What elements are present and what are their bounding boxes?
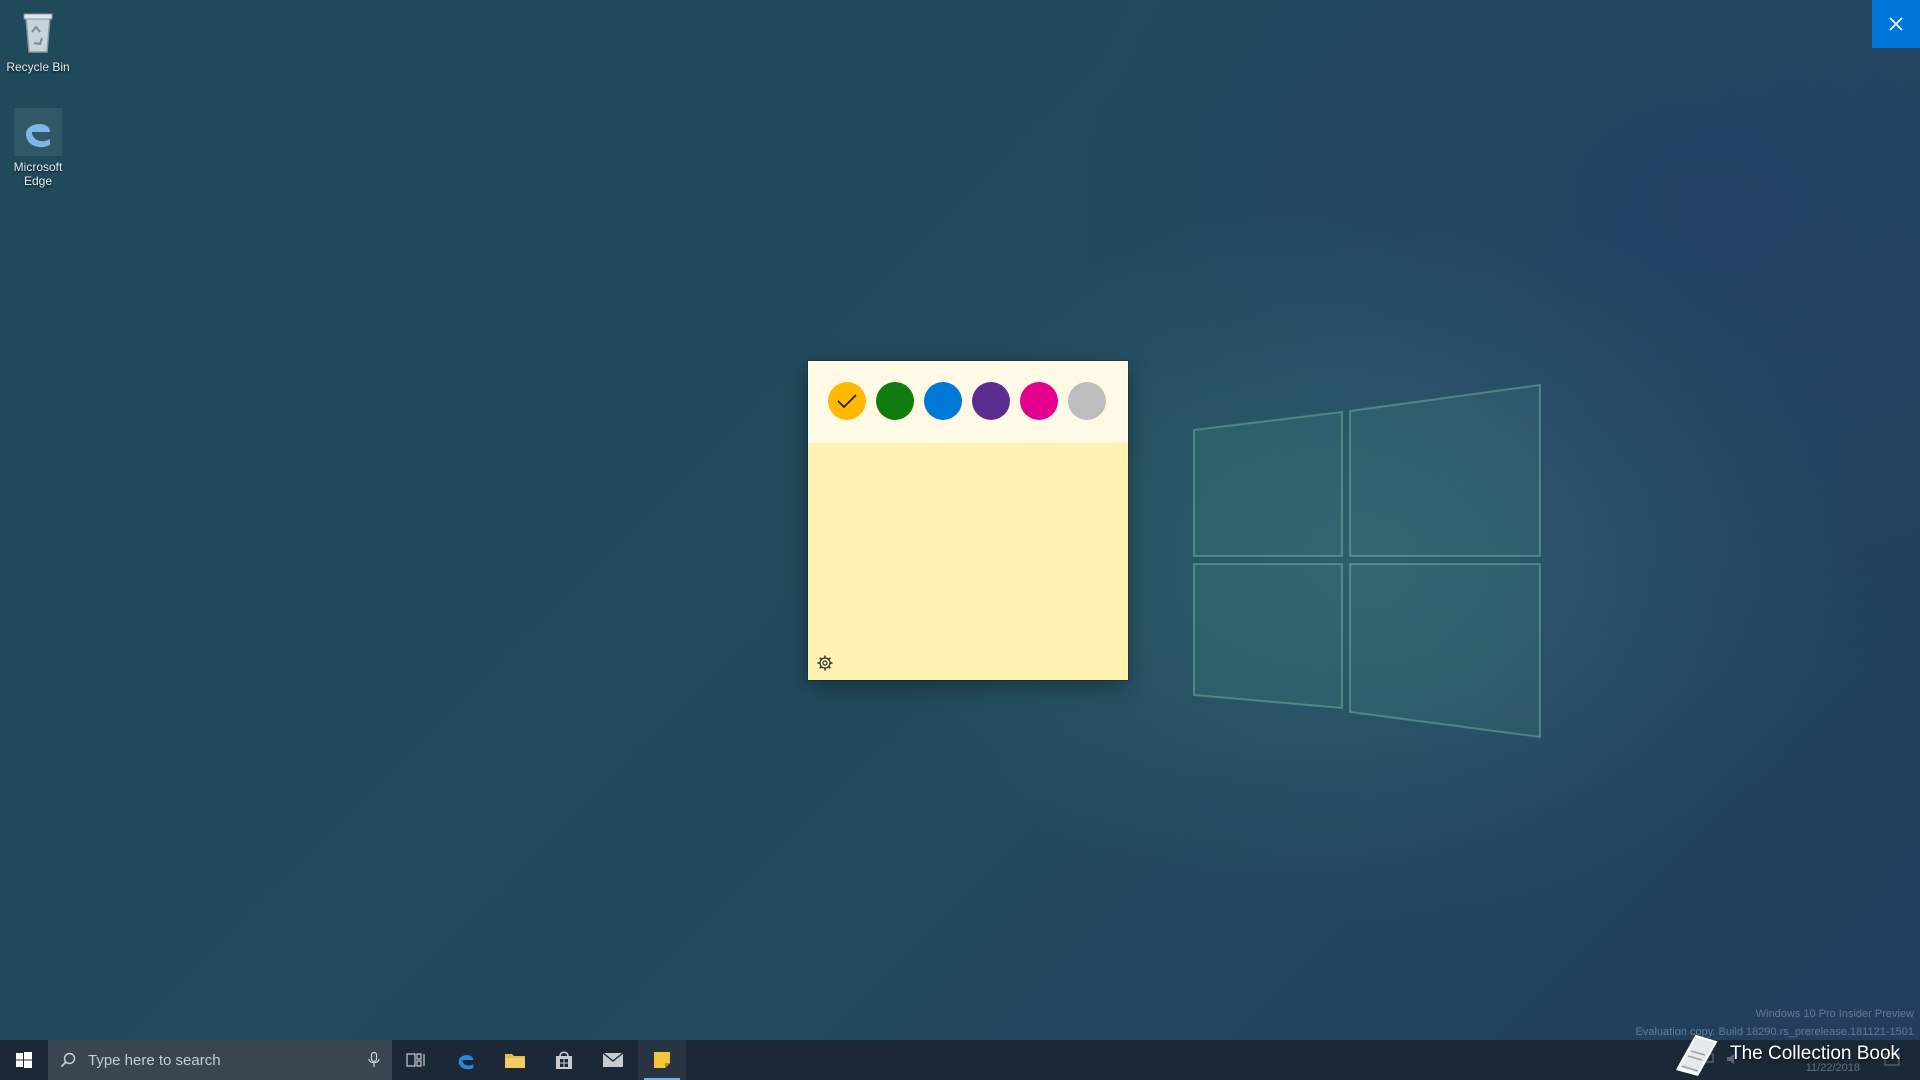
taskbar-mail-button[interactable] [589, 1040, 637, 1080]
settings-button[interactable] [816, 654, 834, 672]
collection-book-label: The Collection Book [1730, 1043, 1901, 1064]
collection-book-overlay: The Collection Book [1668, 1030, 1920, 1078]
desktop-icon-microsoft-edge[interactable]: Microsoft Edge [0, 108, 76, 188]
search-placeholder: Type here to search [88, 1051, 221, 1069]
book-icon [1676, 1034, 1718, 1076]
gear-icon [817, 655, 833, 671]
store-icon [556, 1051, 572, 1069]
color-swatch-green[interactable] [876, 382, 914, 420]
desktop-icon-label: Recycle Bin [6, 60, 70, 74]
task-view-button[interactable] [392, 1040, 440, 1080]
taskbar-sticky-notes-button[interactable] [638, 1040, 686, 1080]
color-swatch-purple[interactable] [972, 382, 1010, 420]
taskbar-store-button[interactable] [540, 1040, 588, 1080]
note-body[interactable] [808, 443, 1128, 680]
taskbar-search-box[interactable]: Type here to search [48, 1040, 392, 1080]
watermark-line-1: Windows 10 Pro Insider Preview [1755, 1008, 1914, 1020]
desktop-icon-recycle-bin[interactable]: Recycle Bin [0, 8, 76, 74]
taskbar-edge-button[interactable] [442, 1040, 490, 1080]
edge-icon [14, 108, 62, 156]
close-icon [1889, 17, 1903, 31]
microphone-icon[interactable] [368, 1052, 380, 1068]
sticky-notes-icon [654, 1052, 670, 1068]
checkmark-icon [837, 394, 857, 409]
recycle-bin-icon [14, 8, 62, 56]
windows-start-icon [16, 1052, 32, 1068]
desktop-icon-label: Microsoft Edge [13, 160, 63, 188]
desktop: Recycle Bin Microsoft Edge Windows 10 Pr… [0, 0, 1920, 1080]
color-swatch-blue[interactable] [924, 382, 962, 420]
taskbar-file-explorer-button[interactable] [491, 1040, 539, 1080]
file-explorer-icon [505, 1054, 525, 1068]
edge-icon [458, 1055, 474, 1070]
mail-icon [602, 1052, 624, 1067]
color-swatch-pink[interactable] [1020, 382, 1058, 420]
taskbar: Type here to search 11/22/2018 [0, 1040, 1920, 1080]
close-button[interactable] [1872, 0, 1920, 48]
start-button[interactable] [0, 1040, 48, 1080]
task-view-icon [406, 1053, 425, 1067]
note-color-picker [808, 361, 1128, 443]
sticky-note[interactable] [808, 361, 1128, 680]
color-swatch-gray[interactable] [1068, 382, 1106, 420]
color-swatch-yellow[interactable] [828, 382, 866, 420]
search-icon [60, 1052, 76, 1068]
